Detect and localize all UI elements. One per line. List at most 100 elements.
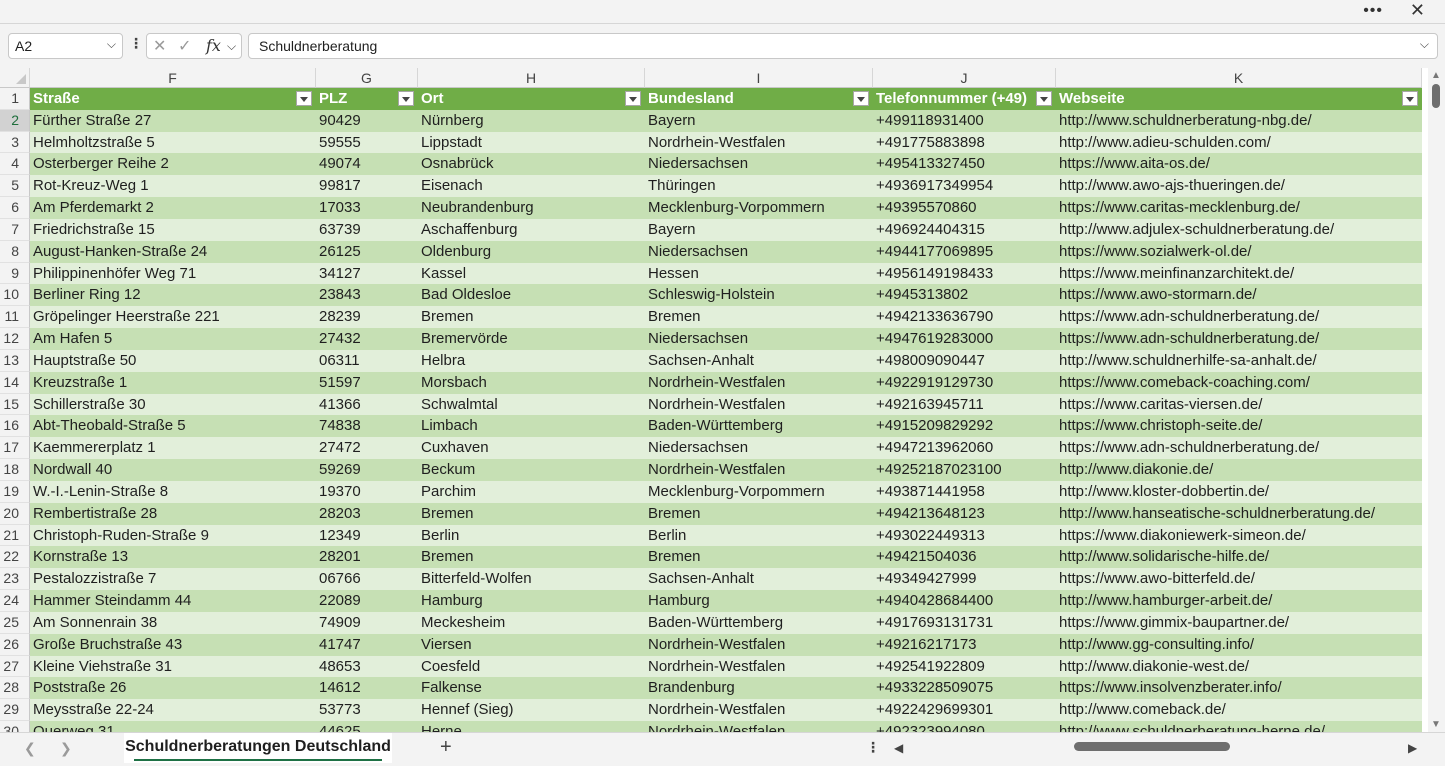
row-number[interactable]: 22 bbox=[0, 546, 30, 569]
name-box[interactable]: A2 ⌵ bbox=[8, 33, 123, 59]
table-cell[interactable]: Hamburg bbox=[645, 590, 873, 612]
table-cell[interactable]: Eisenach bbox=[418, 175, 645, 198]
table-cell[interactable]: 12349 bbox=[316, 524, 418, 547]
table-cell[interactable]: Bad Oldesloe bbox=[418, 284, 645, 307]
table-cell[interactable]: W.-I.-Lenin-Straße 8 bbox=[30, 480, 316, 503]
table-cell[interactable]: http://www.kloster-dobbertin.de/ bbox=[1056, 480, 1422, 503]
table-cell[interactable]: https://www.christoph-seite.de/ bbox=[1056, 415, 1422, 438]
table-cell[interactable]: 23843 bbox=[316, 284, 418, 307]
table-cell[interactable]: Rot-Kreuz-Weg 1 bbox=[30, 175, 316, 198]
scroll-left-icon[interactable]: ◀ bbox=[894, 741, 903, 755]
table-cell[interactable]: 44625 bbox=[316, 721, 418, 732]
table-cell[interactable]: 41747 bbox=[316, 633, 418, 656]
row-number[interactable]: 2 bbox=[0, 109, 30, 132]
row-number[interactable]: 23 bbox=[0, 568, 30, 591]
row-number[interactable]: 14 bbox=[0, 371, 30, 394]
table-cell[interactable]: +496924404315 bbox=[873, 218, 1056, 241]
table-header-cell[interactable]: Webseite bbox=[1056, 88, 1422, 110]
table-cell[interactable]: +49349427999 bbox=[873, 568, 1056, 591]
table-cell[interactable]: http://www.schuldnerberatung-nbg.de/ bbox=[1056, 109, 1422, 132]
table-cell[interactable]: +492163945711 bbox=[873, 393, 1056, 416]
table-cell[interactable]: 19370 bbox=[316, 480, 418, 503]
row-number[interactable]: 10 bbox=[0, 284, 30, 307]
scroll-down-icon[interactable]: ▼ bbox=[1431, 719, 1441, 730]
row-number[interactable]: 5 bbox=[0, 175, 30, 198]
table-cell[interactable]: Am Pferdemarkt 2 bbox=[30, 197, 316, 219]
table-cell[interactable]: +4915209829292 bbox=[873, 415, 1056, 438]
table-cell[interactable]: http://www.hamburger-arbeit.de/ bbox=[1056, 590, 1422, 612]
row-number[interactable]: 19 bbox=[0, 480, 30, 503]
row-number[interactable]: 29 bbox=[0, 699, 30, 722]
table-cell[interactable]: http://www.diakonie-west.de/ bbox=[1056, 655, 1422, 678]
table-cell[interactable]: Berlin bbox=[418, 524, 645, 547]
table-cell[interactable]: 99817 bbox=[316, 175, 418, 198]
table-cell[interactable]: https://www.aita-os.de/ bbox=[1056, 153, 1422, 176]
table-cell[interactable]: Cuxhaven bbox=[418, 437, 645, 460]
table-cell[interactable]: +49252187023100 bbox=[873, 459, 1056, 481]
table-cell[interactable]: Falkense bbox=[418, 677, 645, 700]
table-cell[interactable]: +491775883898 bbox=[873, 131, 1056, 154]
table-cell[interactable]: 74838 bbox=[316, 415, 418, 438]
table-cell[interactable]: 27472 bbox=[316, 437, 418, 460]
row-number[interactable]: 12 bbox=[0, 328, 30, 350]
table-cell[interactable]: Mecklenburg-Vorpommern bbox=[645, 480, 873, 503]
table-cell[interactable]: https://www.sozialwerk-ol.de/ bbox=[1056, 240, 1422, 263]
table-cell[interactable]: 74909 bbox=[316, 611, 418, 634]
more-options-icon[interactable]: ••• bbox=[1363, 2, 1383, 20]
cancel-icon[interactable]: ✕ bbox=[153, 36, 166, 56]
table-header-cell[interactable]: Telefonnummer (+49) bbox=[873, 88, 1056, 110]
filter-dropdown-icon[interactable] bbox=[853, 91, 869, 106]
table-cell[interactable]: Am Sonnenrain 38 bbox=[30, 611, 316, 634]
table-cell[interactable]: http://www.comeback.de/ bbox=[1056, 699, 1422, 722]
table-cell[interactable]: 06766 bbox=[316, 568, 418, 591]
table-cell[interactable]: Bayern bbox=[645, 218, 873, 241]
table-cell[interactable]: +4922919129730 bbox=[873, 371, 1056, 394]
table-cell[interactable]: Herne bbox=[418, 721, 645, 732]
table-cell[interactable]: 49074 bbox=[316, 153, 418, 176]
sheet-tab-active[interactable]: Schuldnerberatungen Deutschland bbox=[124, 733, 392, 763]
table-cell[interactable]: Nordrhein-Westfalen bbox=[645, 721, 873, 732]
table-cell[interactable]: +49395570860 bbox=[873, 197, 1056, 219]
add-sheet-icon[interactable]: + bbox=[440, 736, 452, 759]
table-cell[interactable]: Baden-Württemberg bbox=[645, 611, 873, 634]
table-cell[interactable]: Hessen bbox=[645, 262, 873, 285]
table-cell[interactable]: +4947213962060 bbox=[873, 437, 1056, 460]
filter-dropdown-icon[interactable] bbox=[625, 91, 641, 106]
table-cell[interactable]: Neubrandenburg bbox=[418, 197, 645, 219]
table-cell[interactable]: +4945313802 bbox=[873, 284, 1056, 307]
table-cell[interactable]: Oldenburg bbox=[418, 240, 645, 263]
table-cell[interactable]: 28239 bbox=[316, 306, 418, 329]
table-cell[interactable]: Beckum bbox=[418, 459, 645, 481]
column-header[interactable]: I bbox=[645, 68, 873, 88]
table-cell[interactable]: Bremen bbox=[645, 502, 873, 525]
table-cell[interactable]: http://www.gg-consulting.info/ bbox=[1056, 633, 1422, 656]
table-cell[interactable]: Coesfeld bbox=[418, 655, 645, 678]
table-cell[interactable]: 51597 bbox=[316, 371, 418, 394]
table-cell[interactable]: +4947619283000 bbox=[873, 328, 1056, 350]
table-cell[interactable]: Querweg 31 bbox=[30, 721, 316, 732]
table-cell[interactable]: Nordwall 40 bbox=[30, 459, 316, 481]
table-cell[interactable]: Meckesheim bbox=[418, 611, 645, 634]
table-cell[interactable]: https://www.awo-stormarn.de/ bbox=[1056, 284, 1422, 307]
table-cell[interactable]: Poststraße 26 bbox=[30, 677, 316, 700]
row-number[interactable]: 18 bbox=[0, 459, 30, 481]
table-cell[interactable]: Hennef (Sieg) bbox=[418, 699, 645, 722]
table-cell[interactable]: Morsbach bbox=[418, 371, 645, 394]
table-cell[interactable]: Baden-Württemberg bbox=[645, 415, 873, 438]
table-cell[interactable]: Niedersachsen bbox=[645, 240, 873, 263]
table-cell[interactable]: 14612 bbox=[316, 677, 418, 700]
table-header-cell[interactable]: Ort bbox=[418, 88, 645, 110]
table-cell[interactable]: https://www.caritas-mecklenburg.de/ bbox=[1056, 197, 1422, 219]
table-cell[interactable]: Lippstadt bbox=[418, 131, 645, 154]
table-cell[interactable]: https://www.comeback-coaching.com/ bbox=[1056, 371, 1422, 394]
formula-input[interactable]: Schuldnerberatung ⌵ bbox=[248, 33, 1438, 59]
spreadsheet-grid[interactable]: FGHIJK 1 Straße PLZ Ort Bundesland Telefonnum… bbox=[0, 68, 1428, 732]
table-cell[interactable]: 63739 bbox=[316, 218, 418, 241]
table-cell[interactable]: Bitterfeld-Wolfen bbox=[418, 568, 645, 591]
table-cell[interactable]: +49421504036 bbox=[873, 546, 1056, 569]
table-cell[interactable]: Berliner Ring 12 bbox=[30, 284, 316, 307]
table-cell[interactable]: +493871441958 bbox=[873, 480, 1056, 503]
table-cell[interactable]: https://www.gimmix-baupartner.de/ bbox=[1056, 611, 1422, 634]
table-cell[interactable]: Sachsen-Anhalt bbox=[645, 349, 873, 372]
table-cell[interactable]: https://www.adn-schuldnerberatung.de/ bbox=[1056, 328, 1422, 350]
